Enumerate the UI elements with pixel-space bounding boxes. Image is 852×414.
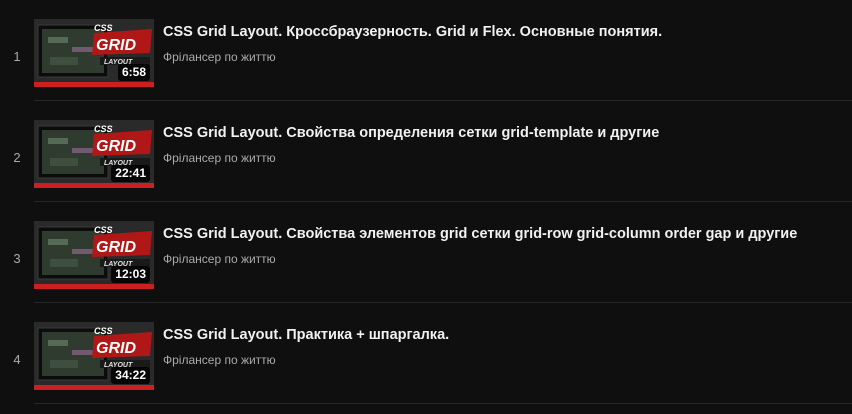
playlist: 1 CSS GRID LAYOUT 6:58 CSS Grid Layout. … xyxy=(0,0,852,414)
item-meta: CSS Grid Layout. Свойства элементов grid… xyxy=(163,224,842,267)
item-index: 2 xyxy=(13,149,21,165)
video-title[interactable]: CSS Grid Layout. Кроссбраузерность. Grid… xyxy=(163,22,842,42)
item-index: 3 xyxy=(13,250,21,266)
item-meta: CSS Grid Layout. Кроссбраузерность. Grid… xyxy=(163,22,842,65)
item-index: 1 xyxy=(13,48,21,64)
thumb-css-text: CSS xyxy=(94,23,113,33)
thumb-css-text: CSS xyxy=(94,225,113,235)
playlist-item[interactable]: 4 CSS GRID LAYOUT 34:22 CSS Grid Layout.… xyxy=(0,303,852,404)
duration-badge: 12:03 xyxy=(111,266,150,283)
channel-name[interactable]: Фрілансер по життю xyxy=(163,150,842,166)
channel-name[interactable]: Фрілансер по життю xyxy=(163,49,842,65)
thumb-grid-text: GRID xyxy=(96,239,136,256)
channel-name[interactable]: Фрілансер по життю xyxy=(163,251,842,267)
divider xyxy=(34,403,852,404)
video-title[interactable]: CSS Grid Layout. Практика + шпаргалка. xyxy=(163,325,842,345)
thumb-css-text: CSS xyxy=(94,326,113,336)
thumb-grid-text: GRID xyxy=(96,340,136,357)
duration-badge: 34:22 xyxy=(111,367,150,384)
video-title[interactable]: CSS Grid Layout. Свойства элементов grid… xyxy=(163,224,842,244)
video-thumbnail[interactable]: CSS GRID LAYOUT 12:03 xyxy=(34,221,154,289)
video-thumbnail[interactable]: CSS GRID LAYOUT 22:41 xyxy=(34,120,154,188)
item-meta: CSS Grid Layout. Практика + шпаргалка. Ф… xyxy=(163,325,842,368)
duration-badge: 6:58 xyxy=(117,64,150,81)
playlist-item[interactable]: 2 CSS GRID LAYOUT 22:41 CSS Grid Layout.… xyxy=(0,101,852,202)
thumb-grid-text: GRID xyxy=(96,37,136,54)
video-thumbnail[interactable]: CSS GRID LAYOUT 34:22 xyxy=(34,322,154,390)
thumb-grid-text: GRID xyxy=(96,138,136,155)
playlist-item[interactable]: 1 CSS GRID LAYOUT 6:58 CSS Grid Layout. … xyxy=(0,0,852,101)
item-meta: CSS Grid Layout. Свойства определения се… xyxy=(163,123,842,166)
duration-badge: 22:41 xyxy=(111,165,150,182)
playlist-item[interactable]: 3 CSS GRID LAYOUT 12:03 CSS Grid Layout.… xyxy=(0,202,852,303)
item-index: 4 xyxy=(13,351,21,367)
video-thumbnail[interactable]: CSS GRID LAYOUT 6:58 xyxy=(34,19,154,87)
video-title[interactable]: CSS Grid Layout. Свойства определения се… xyxy=(163,123,842,143)
thumb-css-text: CSS xyxy=(94,124,113,134)
channel-name[interactable]: Фрілансер по життю xyxy=(163,352,842,368)
